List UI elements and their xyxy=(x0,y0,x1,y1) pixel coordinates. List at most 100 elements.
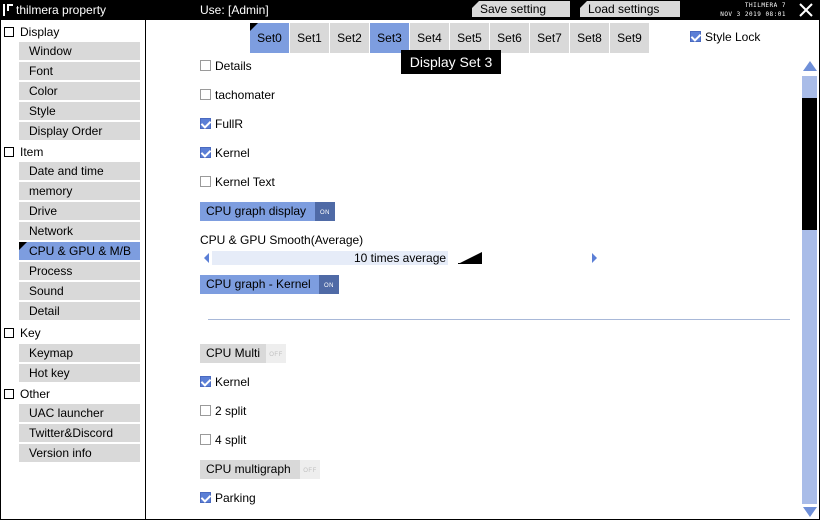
tab-set6[interactable]: Set6 xyxy=(490,23,529,53)
tab-set2[interactable]: Set2 xyxy=(330,23,369,53)
section-checkbox-icon xyxy=(4,147,14,157)
style-lock-label: Style Lock xyxy=(705,30,761,44)
tab-set0[interactable]: Set0 xyxy=(250,23,289,53)
sidebar-section-key[interactable]: Key xyxy=(4,325,41,341)
scroll-down-icon[interactable] xyxy=(802,506,818,518)
arrow-right-icon[interactable] xyxy=(592,253,597,263)
kernel-text-label: Kernel Text xyxy=(215,175,275,189)
checkbox-checked-icon xyxy=(200,492,211,503)
sidebar-item-twitter-discord[interactable]: Twitter&Discord xyxy=(19,424,140,442)
sidebar-item-cpu-gpu-mb[interactable]: CPU & GPU & M/B xyxy=(19,242,140,260)
sidebar-section-item[interactable]: Item xyxy=(4,144,43,160)
sidebar-item-version-info[interactable]: Version info xyxy=(19,444,140,462)
tab-set8[interactable]: Set8 xyxy=(570,23,609,53)
split2-label: 2 split xyxy=(215,404,247,418)
sidebar-item-process[interactable]: Process xyxy=(19,262,140,280)
tab-set7[interactable]: Set7 xyxy=(530,23,569,53)
multi-kernel-label: Kernel xyxy=(215,375,250,389)
cpu-graph-display-label: CPU graph display xyxy=(206,204,307,218)
clock-datetime: NOV 3 2019 08:01 xyxy=(720,11,786,18)
parking-label: Parking xyxy=(215,491,256,505)
cpu-graph-kernel-label: CPU graph - Kernel xyxy=(206,277,311,291)
section-checkbox-icon xyxy=(4,328,14,338)
sidebar-item-drive[interactable]: Drive xyxy=(19,202,140,220)
cpu-multi-toggle[interactable]: CPU Multi OFF xyxy=(200,344,286,363)
sidebar-item-detail[interactable]: Detail xyxy=(19,302,140,320)
load-settings-button[interactable]: Load settings xyxy=(580,1,680,17)
clock-title: THILMERA 7 xyxy=(744,2,786,9)
fullr-checkbox[interactable]: FullR xyxy=(200,116,243,132)
toggle-switch: OFF xyxy=(300,460,320,479)
sidebar-section-label: Other xyxy=(20,387,51,401)
cpu-multigraph-toggle[interactable]: CPU multigraph OFF xyxy=(200,460,320,479)
tab-set4[interactable]: Set4 xyxy=(410,23,449,53)
sidebar-section-label: Display xyxy=(20,25,60,39)
scrollbar-thumb[interactable] xyxy=(802,98,817,230)
tachometer-checkbox[interactable]: tachomater xyxy=(200,87,275,103)
sidebar: Display Window Font Color Style Display … xyxy=(1,20,145,519)
smooth-value: 10 times average xyxy=(354,251,447,265)
toggle-switch: OFF xyxy=(266,344,286,363)
sidebar-item-color[interactable]: Color xyxy=(19,82,140,100)
sidebar-item-keymap[interactable]: Keymap xyxy=(19,344,140,362)
multi-kernel-checkbox[interactable]: Kernel xyxy=(200,374,250,390)
tab-set3[interactable]: Set3 xyxy=(370,23,409,53)
tab-set1[interactable]: Set1 xyxy=(290,23,329,53)
checkbox-icon xyxy=(200,176,211,187)
kernel-text-checkbox[interactable]: Kernel Text xyxy=(200,174,275,190)
tab-set9[interactable]: Set9 xyxy=(610,23,649,53)
sidebar-item-network[interactable]: Network xyxy=(19,222,140,240)
kernel-label: Kernel xyxy=(215,146,250,160)
checkbox-checked-icon xyxy=(200,376,211,387)
smooth-slider[interactable]: 10 times average xyxy=(204,249,598,267)
tab-set5[interactable]: Set5 xyxy=(450,23,489,53)
level-ramp-icon xyxy=(458,252,482,264)
arrow-left-icon[interactable] xyxy=(204,253,209,263)
checkbox-icon xyxy=(200,89,211,100)
sidebar-section-label: Item xyxy=(20,145,44,159)
section-divider xyxy=(208,319,790,320)
cpu-multi-label: CPU Multi xyxy=(206,346,261,360)
sidebar-item-display-order[interactable]: Display Order xyxy=(19,122,140,140)
sidebar-item-font[interactable]: Font xyxy=(19,62,140,80)
sidebar-item-window[interactable]: Window xyxy=(19,42,140,60)
parking-checkbox[interactable]: Parking xyxy=(200,490,256,506)
sidebar-item-style[interactable]: Style xyxy=(19,102,140,120)
sidebar-item-memory[interactable]: memory xyxy=(19,182,140,200)
details-label: Details xyxy=(215,59,252,73)
split4-checkbox[interactable]: 4 split xyxy=(200,432,246,448)
sidebar-item-sound[interactable]: Sound xyxy=(19,282,140,300)
checkbox-icon xyxy=(200,405,211,416)
title-bar: thilmera property Use: [Admin] Save sett… xyxy=(0,0,820,20)
toggle-switch: ON xyxy=(315,202,335,221)
sidebar-section-other[interactable]: Other xyxy=(4,386,50,402)
split2-checkbox[interactable]: 2 split xyxy=(200,403,246,419)
close-icon[interactable] xyxy=(797,2,815,18)
main-panel: Set0 Set1 Set2 Set3 Set4 Set5 Set6 Set7 … xyxy=(146,20,819,519)
save-setting-button[interactable]: Save setting xyxy=(472,1,570,17)
smooth-label: CPU & GPU Smooth(Average) xyxy=(200,233,364,247)
checkbox-icon xyxy=(200,60,211,71)
kernel-checkbox[interactable]: Kernel xyxy=(200,145,250,161)
user-label: Use: [Admin] xyxy=(200,3,269,17)
scroll-up-icon[interactable] xyxy=(802,60,818,72)
checkbox-icon xyxy=(200,434,211,445)
sidebar-item-hot-key[interactable]: Hot key xyxy=(19,364,140,382)
clock-readout: THILMERA 7 NOV 3 2019 08:01 xyxy=(700,1,786,19)
sidebar-item-uac-launcher[interactable]: UAC launcher xyxy=(19,404,140,422)
sidebar-item-date-and-time[interactable]: Date and time xyxy=(19,162,140,180)
cpu-graph-display-toggle[interactable]: CPU graph display ON xyxy=(200,202,335,221)
set-tooltip: Display Set 3 xyxy=(401,50,501,74)
sidebar-section-display[interactable]: Display xyxy=(4,24,59,40)
checkbox-checked-icon xyxy=(690,31,701,42)
fullr-label: FullR xyxy=(215,117,244,131)
cpu-graph-kernel-toggle[interactable]: CPU graph - Kernel ON xyxy=(200,275,339,294)
details-checkbox[interactable]: Details xyxy=(200,58,252,74)
checkbox-checked-icon xyxy=(200,147,211,158)
cpu-multigraph-label: CPU multigraph xyxy=(206,462,291,476)
style-lock-checkbox[interactable]: Style Lock xyxy=(690,30,760,44)
tachometer-label: tachomater xyxy=(215,88,276,102)
section-checkbox-icon xyxy=(4,27,14,37)
sidebar-section-label: Key xyxy=(20,326,41,340)
app-title: thilmera property xyxy=(16,3,107,17)
